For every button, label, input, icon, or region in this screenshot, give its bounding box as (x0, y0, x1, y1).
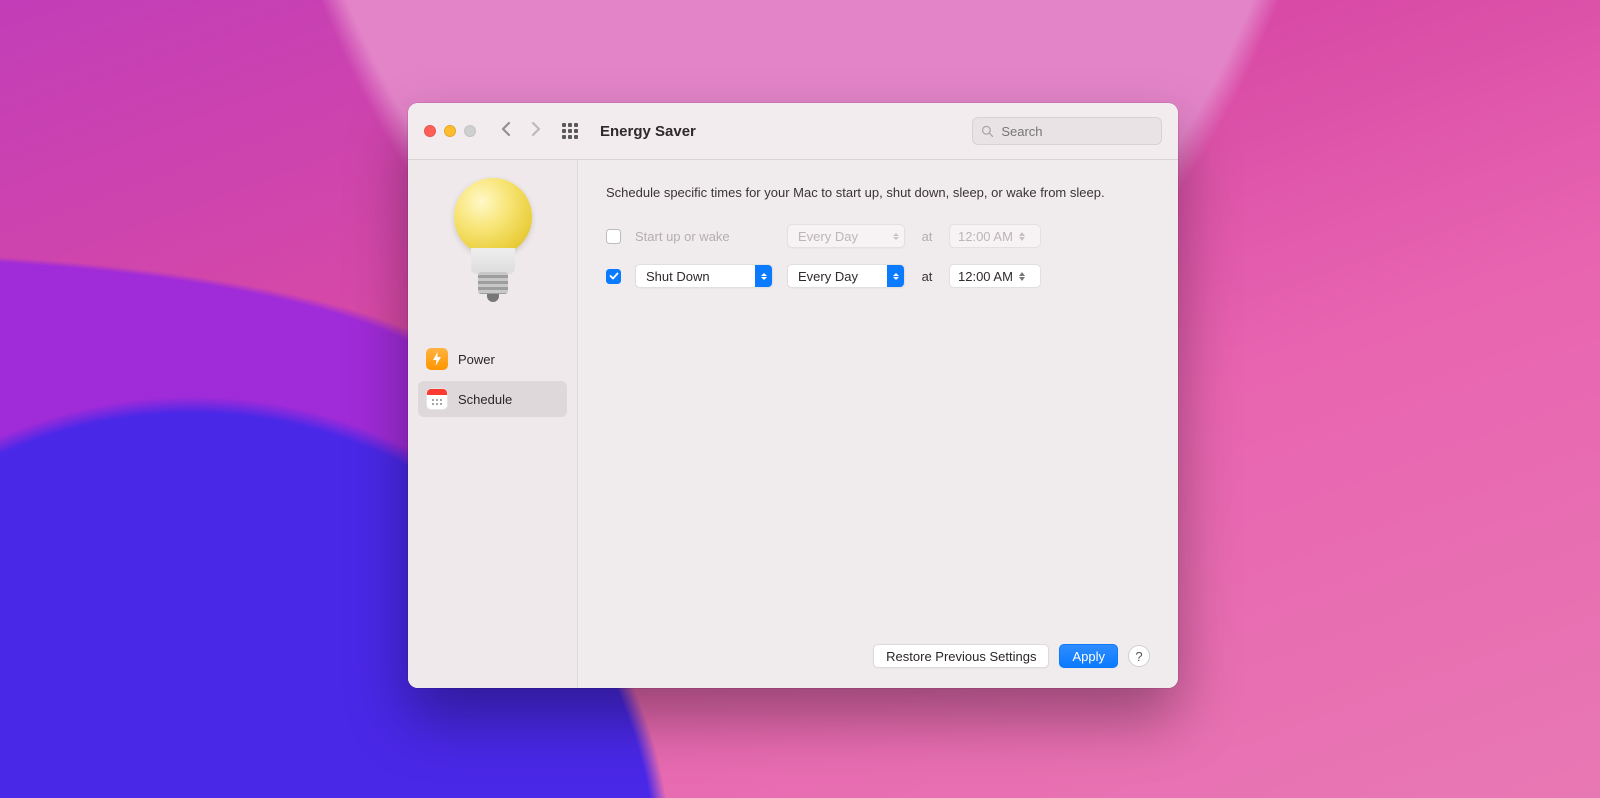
sidebar-item-power[interactable]: Power (418, 341, 567, 377)
calendar-icon (426, 388, 448, 410)
sidebar-item-label: Power (458, 352, 495, 367)
startup-checkbox[interactable] (606, 229, 621, 244)
lightbulb-icon (454, 178, 532, 313)
titlebar: Energy Saver (408, 103, 1178, 160)
chevron-updown-icon (755, 265, 772, 287)
window-controls (424, 125, 476, 137)
window-title: Energy Saver (600, 123, 696, 140)
search-field[interactable] (972, 117, 1162, 145)
nav-buttons (500, 121, 542, 142)
footer: Restore Previous Settings Apply ? (606, 644, 1150, 668)
zoom-icon[interactable] (464, 125, 476, 137)
preferences-window: Energy Saver Power (408, 103, 1178, 688)
schedule-row-startup: Start up or wake Every Day at 12:00 AM (606, 224, 1150, 248)
chevron-updown-icon (887, 225, 904, 247)
startup-label: Start up or wake (635, 229, 773, 244)
description-text: Schedule specific times for your Mac to … (606, 184, 1146, 202)
help-button[interactable]: ? (1128, 645, 1150, 667)
stepper-icon (1019, 232, 1025, 241)
stepper-icon (1019, 272, 1025, 281)
schedule-row-shutdown: Shut Down Every Day at 12:00 AM (606, 264, 1150, 288)
apply-button[interactable]: Apply (1059, 644, 1118, 668)
window-body: Power Schedule Schedule specific times f… (408, 160, 1178, 688)
search-icon (981, 124, 993, 138)
forward-button[interactable] (531, 121, 542, 142)
at-label: at (919, 229, 935, 244)
sidebar-item-schedule[interactable]: Schedule (418, 381, 567, 417)
power-icon (426, 348, 448, 370)
desktop-wallpaper: Energy Saver Power (0, 0, 1600, 798)
close-icon[interactable] (424, 125, 436, 137)
content-pane: Schedule specific times for your Mac to … (578, 160, 1178, 688)
shutdown-checkbox[interactable] (606, 269, 621, 284)
startup-day-select[interactable]: Every Day (787, 224, 905, 248)
shutdown-action-select[interactable]: Shut Down (635, 264, 773, 288)
minimize-icon[interactable] (444, 125, 456, 137)
restore-button[interactable]: Restore Previous Settings (873, 644, 1049, 668)
at-label: at (919, 269, 935, 284)
sidebar-item-label: Schedule (458, 392, 512, 407)
shutdown-time-stepper[interactable]: 12:00 AM (949, 264, 1041, 288)
back-button[interactable] (500, 121, 511, 142)
sidebar: Power Schedule (408, 160, 578, 688)
search-input[interactable] (1001, 124, 1153, 139)
startup-time-stepper[interactable]: 12:00 AM (949, 224, 1041, 248)
shutdown-day-select[interactable]: Every Day (787, 264, 905, 288)
chevron-updown-icon (887, 265, 904, 287)
show-all-icon[interactable] (562, 123, 578, 139)
